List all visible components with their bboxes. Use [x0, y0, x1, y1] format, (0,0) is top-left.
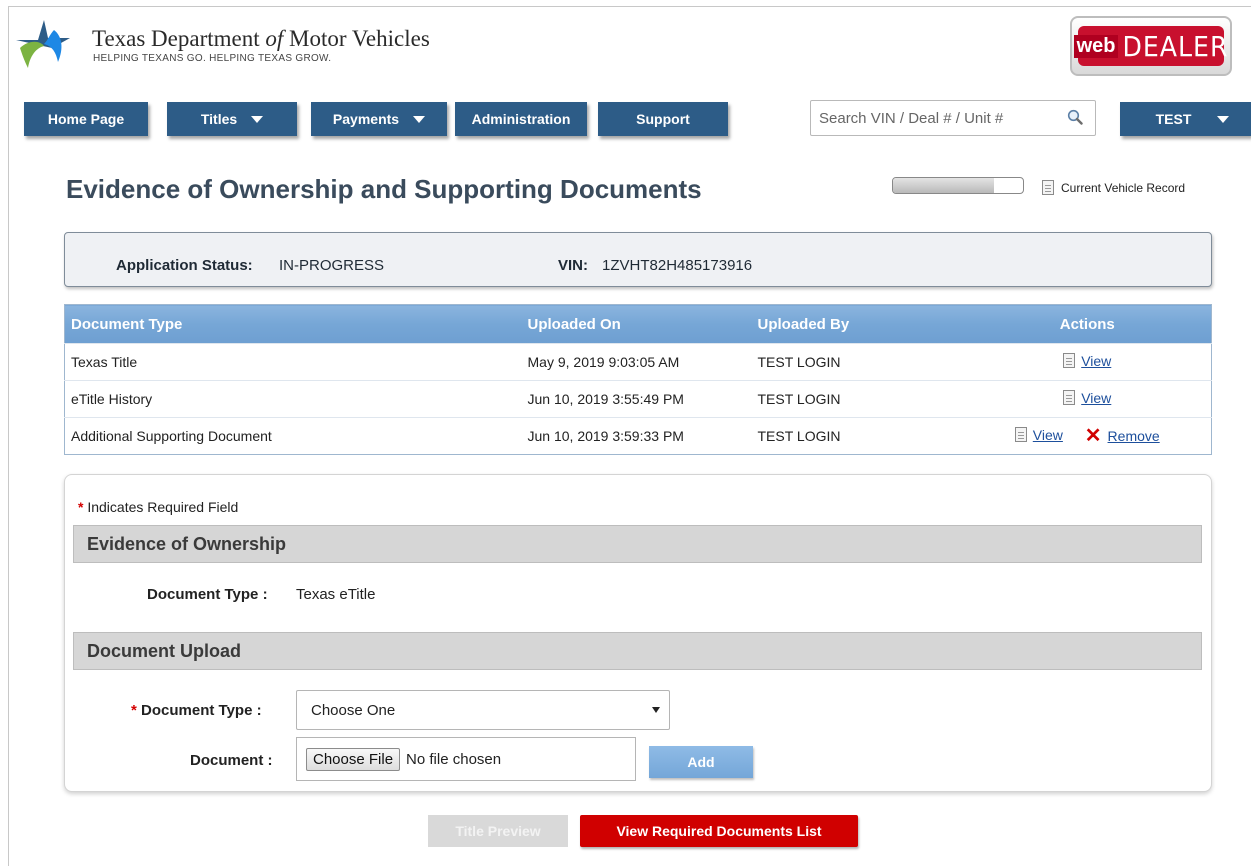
view-action[interactable]: View	[1063, 353, 1111, 369]
view-required-documents-button[interactable]: View Required Documents List	[580, 815, 858, 847]
cell-document-type: Texas Title	[64, 343, 522, 381]
application-status-value: IN-PROGRESS	[279, 257, 385, 274]
dropdown-arrow-icon	[652, 707, 660, 713]
nav-home-label: Home Page	[47, 111, 125, 127]
cell-uploaded-on: Jun 10, 2019 3:55:49 PM	[521, 380, 752, 418]
title-preview-button[interactable]: Title Preview	[428, 815, 568, 847]
nav-administration-label: Administration	[471, 111, 571, 127]
nav-payments[interactable]: Payments	[311, 102, 447, 136]
application-status-panel: Application Status: IN-PROGRESS VIN: 1ZV…	[64, 232, 1212, 287]
document-icon	[1063, 390, 1076, 406]
col-document-type: Document Type	[64, 304, 522, 344]
col-uploaded-on: Uploaded On	[521, 304, 752, 344]
cell-document-type: eTitle History	[64, 380, 522, 418]
page-title: Evidence of Ownership and Supporting Doc…	[66, 174, 702, 204]
upload-doc-type-text: Document Type :	[141, 702, 262, 719]
view-link[interactable]: View	[1033, 427, 1063, 443]
nav-titles-label: Titles	[200, 111, 238, 127]
cell-uploaded-by: TEST LOGIN	[751, 380, 964, 418]
webdealer-logo: web DEALER	[1070, 16, 1232, 76]
view-link[interactable]: View	[1081, 353, 1111, 369]
agency-tagline: HELPING TEXANS GO. HELPING TEXAS GROW.	[93, 53, 332, 64]
add-button[interactable]: Add	[649, 746, 753, 778]
remove-link[interactable]: Remove	[1108, 428, 1160, 444]
cell-uploaded-on: May 9, 2019 9:03:05 AM	[521, 343, 752, 381]
nav-titles[interactable]: Titles	[167, 102, 297, 136]
user-menu-label: TEST	[1155, 111, 1192, 127]
required-field-note: * Indicates Required Field	[78, 499, 238, 515]
table-header-row: Document Type Uploaded On Uploaded By Ac…	[64, 304, 1212, 344]
progress-fill	[893, 178, 995, 193]
search-box	[810, 100, 1096, 136]
document-label: Document :	[190, 752, 273, 769]
cell-actions: View	[963, 380, 1212, 418]
agency-title: Texas Department of Motor Vehicles	[92, 26, 430, 51]
chevron-down-icon	[1217, 115, 1230, 123]
search-icon[interactable]	[1067, 109, 1083, 125]
file-status-text: No file chosen	[406, 750, 502, 768]
upload-form-panel: * Indicates Required Field Evidence of O…	[64, 474, 1212, 792]
user-menu[interactable]: TEST	[1120, 102, 1251, 136]
view-link[interactable]: View	[1081, 390, 1111, 406]
doc-type-label: Document Type :	[147, 586, 268, 603]
document-type-select[interactable]: Choose One	[296, 690, 670, 730]
nav-payments-label: Payments	[332, 111, 400, 127]
doc-type-value: Texas eTitle	[296, 586, 376, 603]
table-row: eTitle History Jun 10, 2019 3:55:49 PM T…	[64, 380, 1212, 418]
cell-uploaded-on: Jun 10, 2019 3:59:33 PM	[521, 417, 752, 455]
remove-x-icon: ✕	[1084, 425, 1102, 448]
chevron-down-icon	[251, 115, 264, 123]
view-action[interactable]: View	[1063, 390, 1111, 406]
document-file-input: Choose File No file chosen	[296, 737, 636, 781]
required-asterisk-icon: *	[131, 702, 137, 719]
nav-home-page[interactable]: Home Page	[24, 102, 148, 136]
current-vehicle-record-label: Current Vehicle Record	[1061, 180, 1186, 195]
document-icon	[1042, 180, 1054, 195]
document-icon	[1014, 427, 1027, 443]
chevron-down-icon	[413, 115, 426, 123]
search-input[interactable]	[819, 109, 1049, 127]
required-note-text: Indicates Required Field	[87, 499, 239, 515]
nav-support[interactable]: Support	[598, 102, 728, 136]
application-status-label: Application Status:	[116, 257, 253, 274]
section-document-upload: Document Upload	[73, 632, 1202, 670]
progress-bar	[892, 177, 1024, 194]
remove-action[interactable]: ✕ Remove	[1084, 425, 1160, 448]
col-actions: Actions	[963, 304, 1212, 344]
cell-uploaded-by: TEST LOGIN	[751, 343, 964, 381]
cell-actions: View ✕ Remove	[963, 417, 1212, 455]
cell-actions: View	[963, 343, 1212, 381]
view-action[interactable]: View	[1014, 427, 1063, 443]
section-evidence-of-ownership: Evidence of Ownership	[73, 525, 1202, 563]
webdealer-logo-dealer: DEALER	[1122, 29, 1229, 63]
nav-support-label: Support	[636, 111, 690, 127]
vin-label: VIN:	[558, 257, 588, 274]
document-type-selected: Choose One	[311, 701, 396, 719]
vin-value: 1ZVHT82H485173916	[602, 257, 753, 274]
webdealer-logo-web: web	[1073, 34, 1119, 58]
table-row: Texas Title May 9, 2019 9:03:05 AM TEST …	[64, 343, 1212, 381]
cell-uploaded-by: TEST LOGIN	[751, 417, 964, 455]
current-vehicle-record-link[interactable]: Current Vehicle Record	[1042, 180, 1185, 195]
upload-doc-type-label: * Document Type :	[131, 702, 262, 719]
required-asterisk-icon: *	[78, 499, 84, 515]
txdmv-star-logo-icon	[16, 20, 70, 68]
cell-document-type: Additional Supporting Document	[64, 417, 522, 455]
document-icon	[1063, 353, 1076, 369]
choose-file-button[interactable]: Choose File	[306, 747, 401, 771]
documents-table: Document Type Uploaded On Uploaded By Ac…	[64, 304, 1212, 455]
nav-administration[interactable]: Administration	[455, 102, 587, 136]
table-row: Additional Supporting Document Jun 10, 2…	[64, 417, 1212, 455]
col-uploaded-by: Uploaded By	[751, 304, 964, 344]
